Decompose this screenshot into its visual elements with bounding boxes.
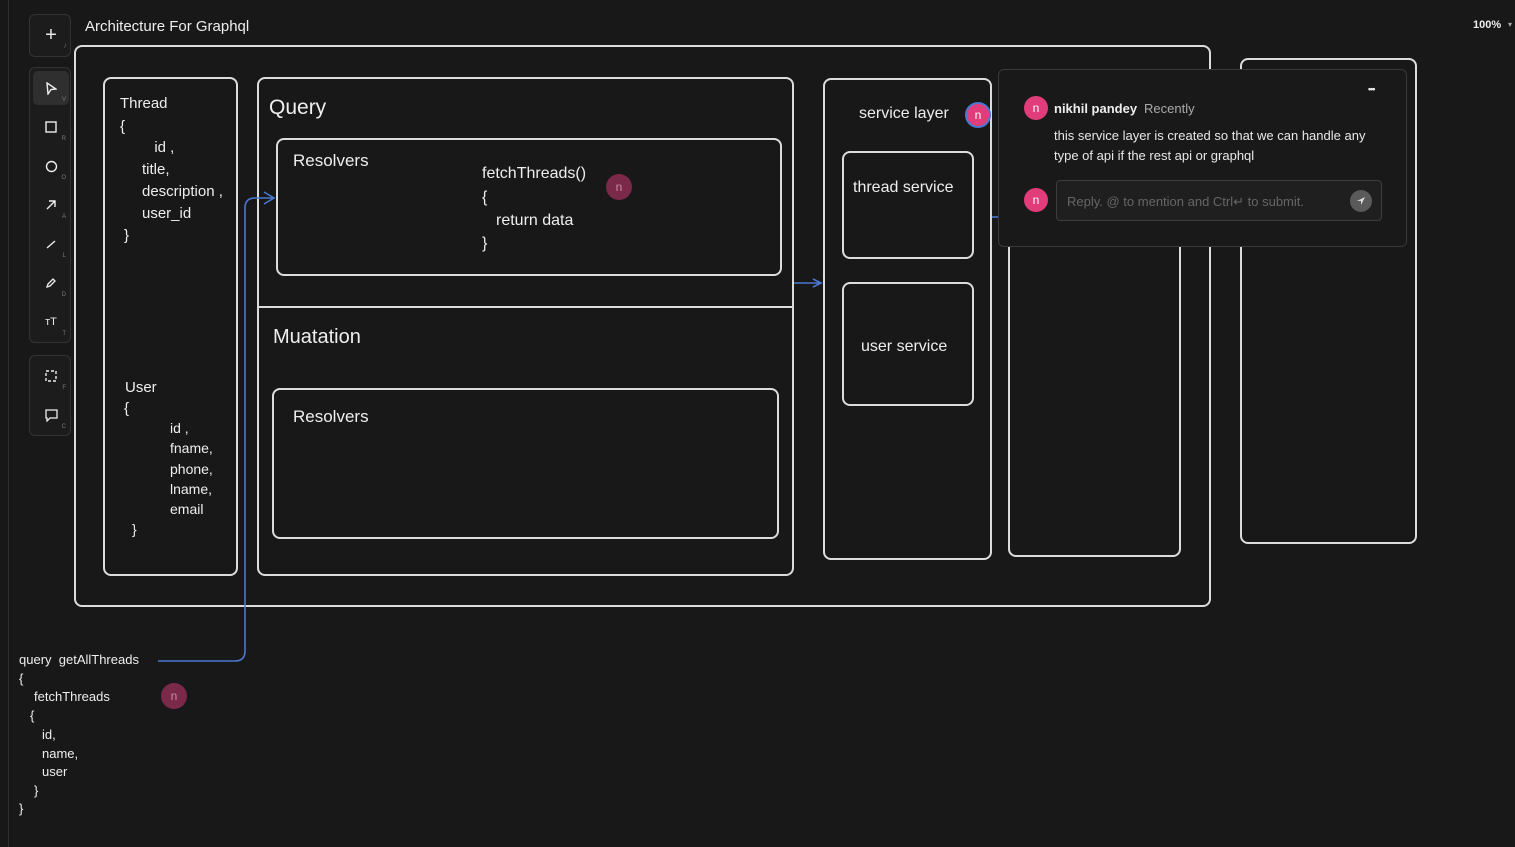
- query-code-line: {: [19, 671, 24, 686]
- query-code-line: }: [19, 801, 24, 816]
- query-to-resolvers-arrow: [158, 191, 276, 662]
- author-avatar: n: [1024, 96, 1048, 120]
- comment-text: this service layer is created so that we…: [1054, 128, 1366, 163]
- query-code-line: id,: [42, 727, 56, 742]
- reply-input[interactable]: Reply. @ to mention and Ctrl↵ to submit.: [1056, 180, 1382, 221]
- more-options-icon[interactable]: •••: [1368, 84, 1376, 94]
- send-icon: [1357, 197, 1365, 205]
- query-code-line: }: [34, 783, 39, 798]
- send-button[interactable]: [1350, 190, 1372, 212]
- comment-time: Recently: [1144, 101, 1195, 116]
- reply-avatar: n: [1024, 188, 1048, 212]
- reply-placeholder: Reply. @ to mention and Ctrl↵ to submit.: [1067, 194, 1304, 209]
- query-code-line: user: [42, 764, 68, 779]
- query-code-line: query getAllThreads: [19, 652, 139, 667]
- comment-popup: ••• n nikhil pandey Recently this servic…: [998, 69, 1407, 247]
- comment-author: nikhil pandey: [1054, 101, 1138, 116]
- query-code-line: {: [30, 708, 35, 723]
- comment-marker-avatar[interactable]: n: [161, 683, 187, 709]
- query-code-line: name,: [42, 746, 79, 761]
- query-code-line: fetchThreads: [34, 689, 110, 704]
- query-to-service-arrow: [794, 278, 823, 288]
